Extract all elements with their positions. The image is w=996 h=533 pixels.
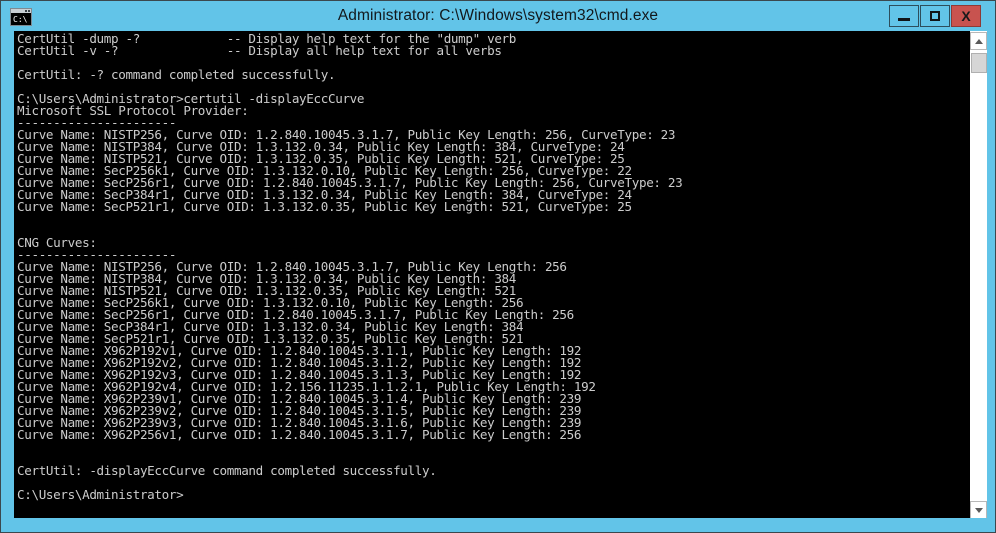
terminal-line: C:\Users\Administrator> [17,487,184,502]
close-icon: X [961,8,971,24]
window-title-bar[interactable]: C:\ Administrator: C:\Windows\system32\c… [1,1,995,31]
terminal-line: Curve Name: X962P256v1, Curve OID: 1.2.8… [17,427,582,442]
chevron-down-icon [975,508,983,513]
minimize-icon [890,6,918,26]
maximize-icon [921,6,949,26]
terminal-output: CertUtil -dump -? -- Display help text f… [17,32,683,502]
terminal-line: Curve Name: SecP521r1, Curve OID: 1.3.13… [17,199,632,214]
close-button[interactable]: X [951,5,981,27]
terminal-screen[interactable]: CertUtil -dump -? -- Display help text f… [14,31,969,520]
terminal-line: CertUtil -v -? -- Display all help text … [17,43,502,58]
scrollbar-track[interactable] [971,51,987,500]
terminal-line: CertUtil: -? command completed successfu… [17,67,336,82]
terminal-line: CertUtil: -displayEccCurve command compl… [17,463,437,478]
minimize-button[interactable] [889,5,919,27]
scroll-up-button[interactable] [970,32,987,50]
console-window: C:\ Administrator: C:\Windows\system32\c… [0,0,996,533]
vertical-scrollbar[interactable] [969,31,987,520]
console-client-area: CertUtil -dump -? -- Display help text f… [9,31,987,520]
scrollbar-thumb[interactable] [971,53,987,73]
scroll-down-button[interactable] [970,501,987,519]
window-title-text: Administrator: C:\Windows\system32\cmd.e… [337,7,659,24]
window-bottom-edge [1,518,995,532]
maximize-button[interactable] [920,5,950,27]
chevron-up-icon [975,39,983,44]
